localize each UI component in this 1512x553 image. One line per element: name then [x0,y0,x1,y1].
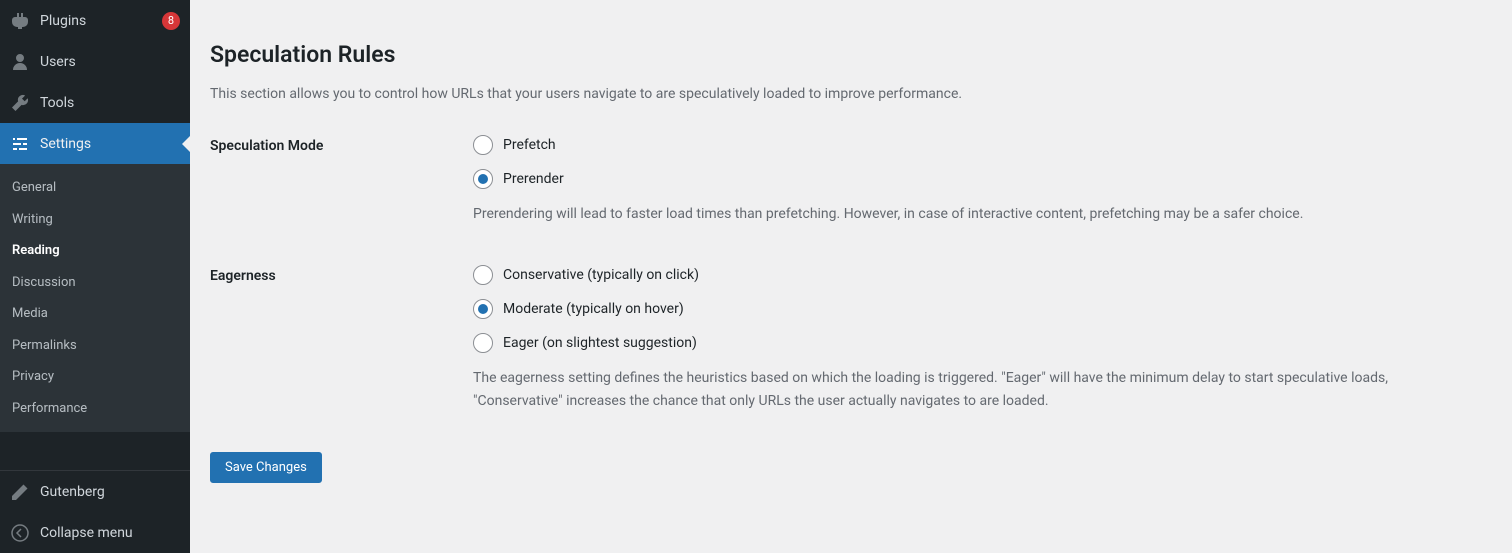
eagerness-row: Eagerness Conservative (typically on cli… [210,265,1492,412]
radio-prerender[interactable]: Prerender [473,169,1453,189]
radio-input[interactable] [473,333,493,353]
eagerness-label: Eagerness [210,265,473,284]
submenu-item-media: Media [0,298,190,330]
sidebar-item-users: Users [0,41,190,82]
sidebar-item-label: Collapse menu [40,525,180,541]
wrench-icon [10,93,30,113]
radio-label: Conservative (typically on click) [503,267,699,283]
submenu-item-discussion: Discussion [0,267,190,299]
collapse-icon [10,523,30,543]
sidebar-link-tools[interactable]: Tools [0,82,190,123]
speculation-mode-row: Speculation Mode Prefetch Prerender Prer… [210,135,1492,225]
sidebar-link-plugins[interactable]: Plugins 8 [0,0,190,41]
main-content: Speculation Rules This section allows yo… [190,0,1512,553]
radio-label: Prefetch [503,137,556,153]
eagerness-help: The eagerness setting defines the heuris… [473,367,1453,412]
speculation-mode-label: Speculation Mode [210,135,473,154]
radio-moderate[interactable]: Moderate (typically on hover) [473,299,1453,319]
sidebar-item-tools: Tools [0,82,190,123]
plug-icon [10,11,30,31]
submenu-link[interactable]: Performance [0,393,190,425]
pencil-icon [10,482,30,502]
sidebar-link-settings[interactable]: Settings [0,123,190,164]
sidebar-link-users[interactable]: Users [0,41,190,82]
submenu-item-reading: Reading [0,235,190,267]
submenu-item-writing: Writing [0,204,190,236]
sidebar-item-collapse: Collapse menu [0,512,190,553]
sidebar-item-settings: Settings [0,123,190,164]
submenu-link[interactable]: Writing [0,204,190,236]
submenu-link[interactable]: Discussion [0,267,190,299]
submenu-link[interactable]: Permalinks [0,330,190,362]
submenu-link[interactable]: Media [0,298,190,330]
radio-label: Eager (on slightest suggestion) [503,335,697,351]
sidebar-link-collapse[interactable]: Collapse menu [0,512,190,553]
save-button[interactable]: Save Changes [210,452,322,483]
submenu-link[interactable]: Reading [0,235,190,267]
page-title: Speculation Rules [210,40,1492,70]
radio-conservative[interactable]: Conservative (typically on click) [473,265,1453,285]
sidebar-item-plugins: Plugins 8 [0,0,190,41]
radio-input[interactable] [473,169,493,189]
sidebar-item-gutenberg: Gutenberg [0,471,190,512]
sidebar-link-gutenberg[interactable]: Gutenberg [0,471,190,512]
sidebar-item-label: Gutenberg [40,484,180,500]
radio-prefetch[interactable]: Prefetch [473,135,1453,155]
sliders-icon [10,134,30,154]
sidebar-item-label: Plugins [40,13,150,29]
admin-sidebar: Plugins 8 Users Tools [0,0,190,553]
submenu-link[interactable]: Privacy [0,361,190,393]
update-badge: 8 [162,12,180,30]
submenu-link[interactable]: General [0,172,190,204]
sidebar-item-label: Settings [40,136,180,152]
submenu-item-general: General [0,172,190,204]
user-icon [10,52,30,72]
sidebar-item-label: Users [40,54,180,70]
speculation-mode-help: Prerendering will lead to faster load ti… [473,203,1453,225]
settings-submenu: General Writing Reading Discussion Media… [0,164,190,432]
submenu-item-privacy: Privacy [0,361,190,393]
radio-label: Prerender [503,171,564,187]
submenu-item-performance: Performance [0,393,190,425]
radio-input[interactable] [473,265,493,285]
submenu-item-permalinks: Permalinks [0,330,190,362]
radio-label: Moderate (typically on hover) [503,301,684,317]
sidebar-item-label: Tools [40,95,180,111]
radio-input[interactable] [473,299,493,319]
radio-input[interactable] [473,135,493,155]
radio-eager[interactable]: Eager (on slightest suggestion) [473,333,1453,353]
page-description: This section allows you to control how U… [210,84,1492,105]
